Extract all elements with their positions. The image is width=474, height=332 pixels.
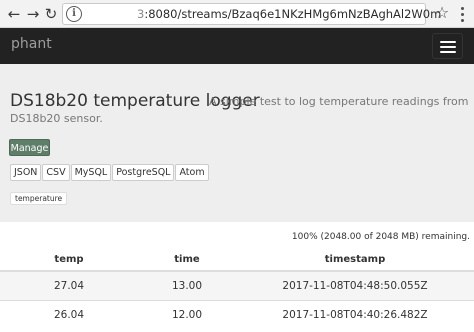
vertical-dots-icon[interactable] <box>455 4 471 24</box>
navbar: phant <box>0 28 474 64</box>
cell-timestamp: 2017-11-08T04:48:50.055Z <box>236 270 474 300</box>
cell-temp: 26.04 <box>0 299 138 329</box>
cell-temp: 27.04 <box>0 270 138 300</box>
export-postgresql-button[interactable]: PostgreSQL <box>112 164 175 181</box>
manage-button[interactable]: Manage <box>9 139 50 156</box>
stream-description: A simple test to log temperature reading… <box>209 95 469 108</box>
stream-tag[interactable]: temperature <box>10 192 68 205</box>
address-bar[interactable]: i 3:8080/streams/Bzaq6e1NKzHMg6mNzBAghAl… <box>62 3 441 25</box>
arrow-right-icon[interactable]: → <box>23 4 43 24</box>
stream-description-cont: DS18b20 sensor. <box>10 112 103 125</box>
export-csv-button[interactable]: CSV <box>42 164 70 181</box>
export-atom-button[interactable]: Atom <box>175 164 209 181</box>
export-format-group: JSON CSV MySQL PostgreSQL Atom <box>10 164 210 181</box>
cell-time: 13.00 <box>138 270 236 300</box>
reload-icon[interactable]: ↻ <box>41 4 61 24</box>
table-header-row: temp time timestamp <box>0 249 474 272</box>
table-row: 26.04 12.00 2017-11-08T04:40:26.482Z <box>0 299 474 329</box>
hamburger-icon[interactable] <box>432 33 463 59</box>
export-mysql-button[interactable]: MySQL <box>70 164 112 181</box>
storage-remaining: 100% (2048.00 of 2048 MB) remaining. <box>291 232 470 242</box>
info-icon[interactable]: i <box>66 6 82 22</box>
cell-timestamp: 2017-11-08T04:40:26.482Z <box>236 299 474 329</box>
column-header-temp: temp <box>0 249 138 272</box>
table-row: 27.04 13.00 2017-11-08T04:48:50.055Z <box>0 270 474 300</box>
data-table: temp time timestamp 27.04 13.00 2017-11-… <box>0 249 474 329</box>
export-json-button[interactable]: JSON <box>10 164 42 181</box>
column-header-time: time <box>138 249 236 272</box>
column-header-timestamp: timestamp <box>236 249 474 272</box>
browser-toolbar: ← → ↻ i 3:8080/streams/Bzaq6e1NKzHMg6mNz… <box>0 0 474 28</box>
star-icon[interactable]: ☆ <box>432 3 452 23</box>
brand-link[interactable]: phant <box>11 36 52 52</box>
url-text[interactable]: 3:8080/streams/Bzaq6e1NKzHMg6mNzBAghAl2W… <box>137 7 441 21</box>
arrow-left-icon[interactable]: ← <box>4 4 24 24</box>
stream-header: DS18b20 temperature logger A simple test… <box>0 64 474 222</box>
url-path: :8080/streams/Bzaq6e1NKzHMg6mNzBAghAl2W0… <box>144 7 442 21</box>
cell-time: 12.00 <box>138 299 236 329</box>
